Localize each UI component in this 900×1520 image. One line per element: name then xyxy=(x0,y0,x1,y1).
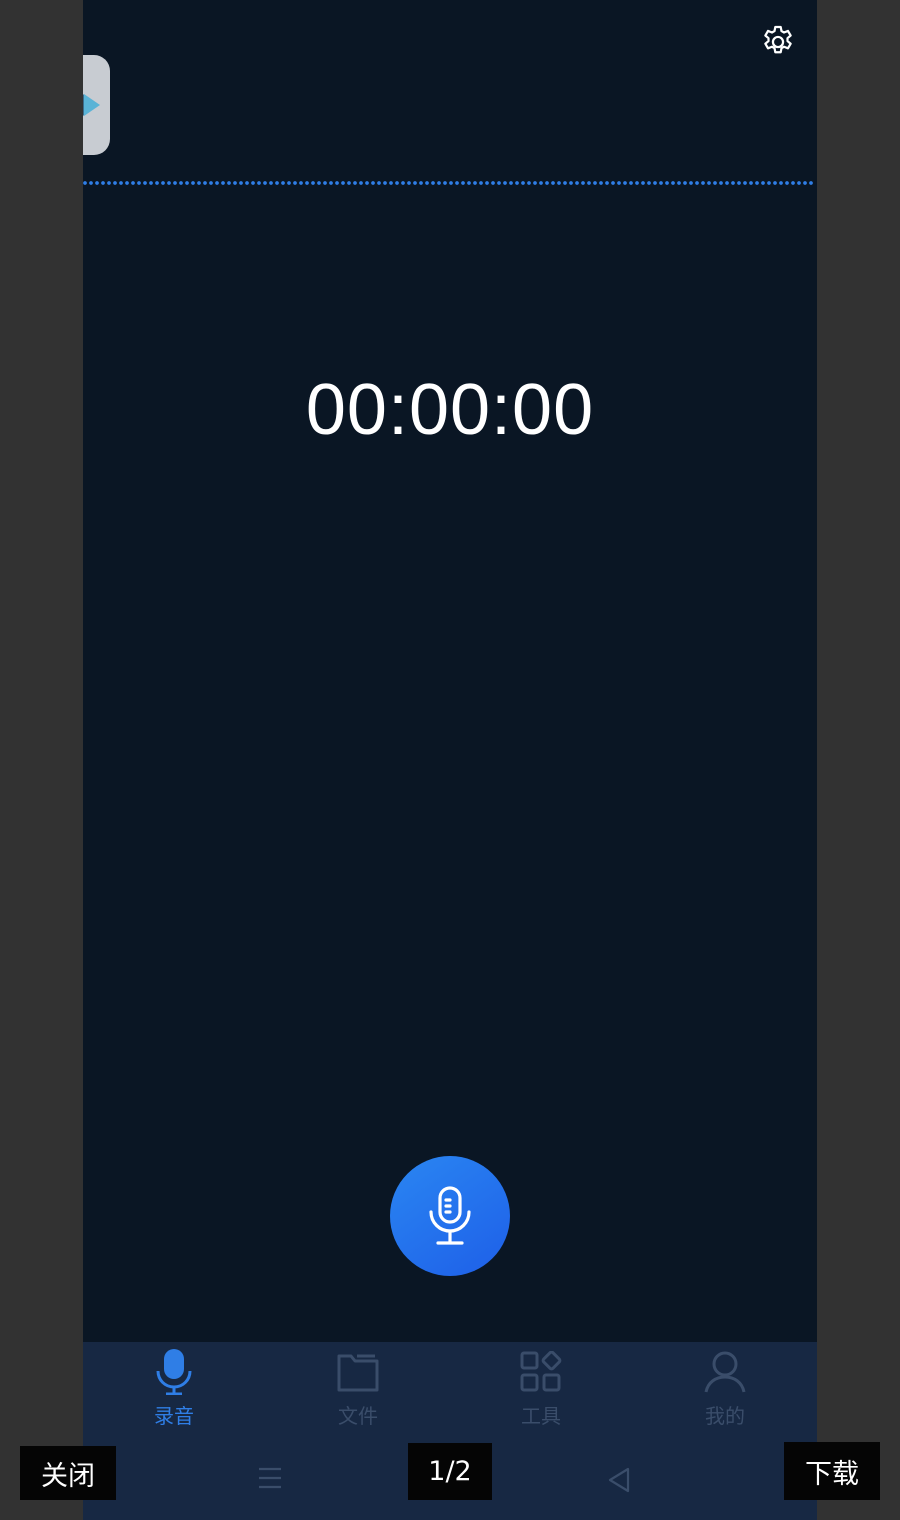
tools-grid-icon xyxy=(517,1348,565,1396)
app-shortcut-icon xyxy=(83,94,100,116)
download-button[interactable]: 下载 xyxy=(784,1442,880,1500)
tab-files[interactable]: 文件 xyxy=(298,1348,418,1438)
menu-icon xyxy=(259,1467,281,1489)
gear-icon xyxy=(764,25,792,54)
recording-timer: 00:00:00 xyxy=(305,370,595,450)
settings-button[interactable] xyxy=(758,22,798,62)
folder-icon xyxy=(334,1348,382,1396)
tab-label: 我的 xyxy=(705,1404,745,1428)
page-indicator: 1/2 xyxy=(408,1443,492,1500)
microphone-icon xyxy=(429,1186,471,1245)
waveform-baseline xyxy=(83,180,814,186)
floating-widget[interactable] xyxy=(83,55,110,155)
record-button[interactable] xyxy=(390,1156,510,1276)
tab-tools[interactable]: 工具 xyxy=(481,1348,601,1438)
close-button[interactable]: 关闭 xyxy=(20,1446,116,1500)
tab-label: 文件 xyxy=(338,1404,378,1428)
phone-screen: 00:00:00 录音 文件 工具 我的 xyxy=(83,0,817,1520)
tab-label: 录音 xyxy=(154,1404,194,1428)
nav-back-button[interactable] xyxy=(606,1466,632,1498)
microphone-icon xyxy=(150,1348,198,1396)
tab-mine[interactable]: 我的 xyxy=(665,1348,785,1438)
nav-menu-button[interactable] xyxy=(257,1466,283,1494)
tab-record[interactable]: 录音 xyxy=(114,1348,234,1438)
back-icon xyxy=(608,1467,630,1493)
user-icon xyxy=(701,1348,749,1396)
tab-label: 工具 xyxy=(521,1404,561,1428)
